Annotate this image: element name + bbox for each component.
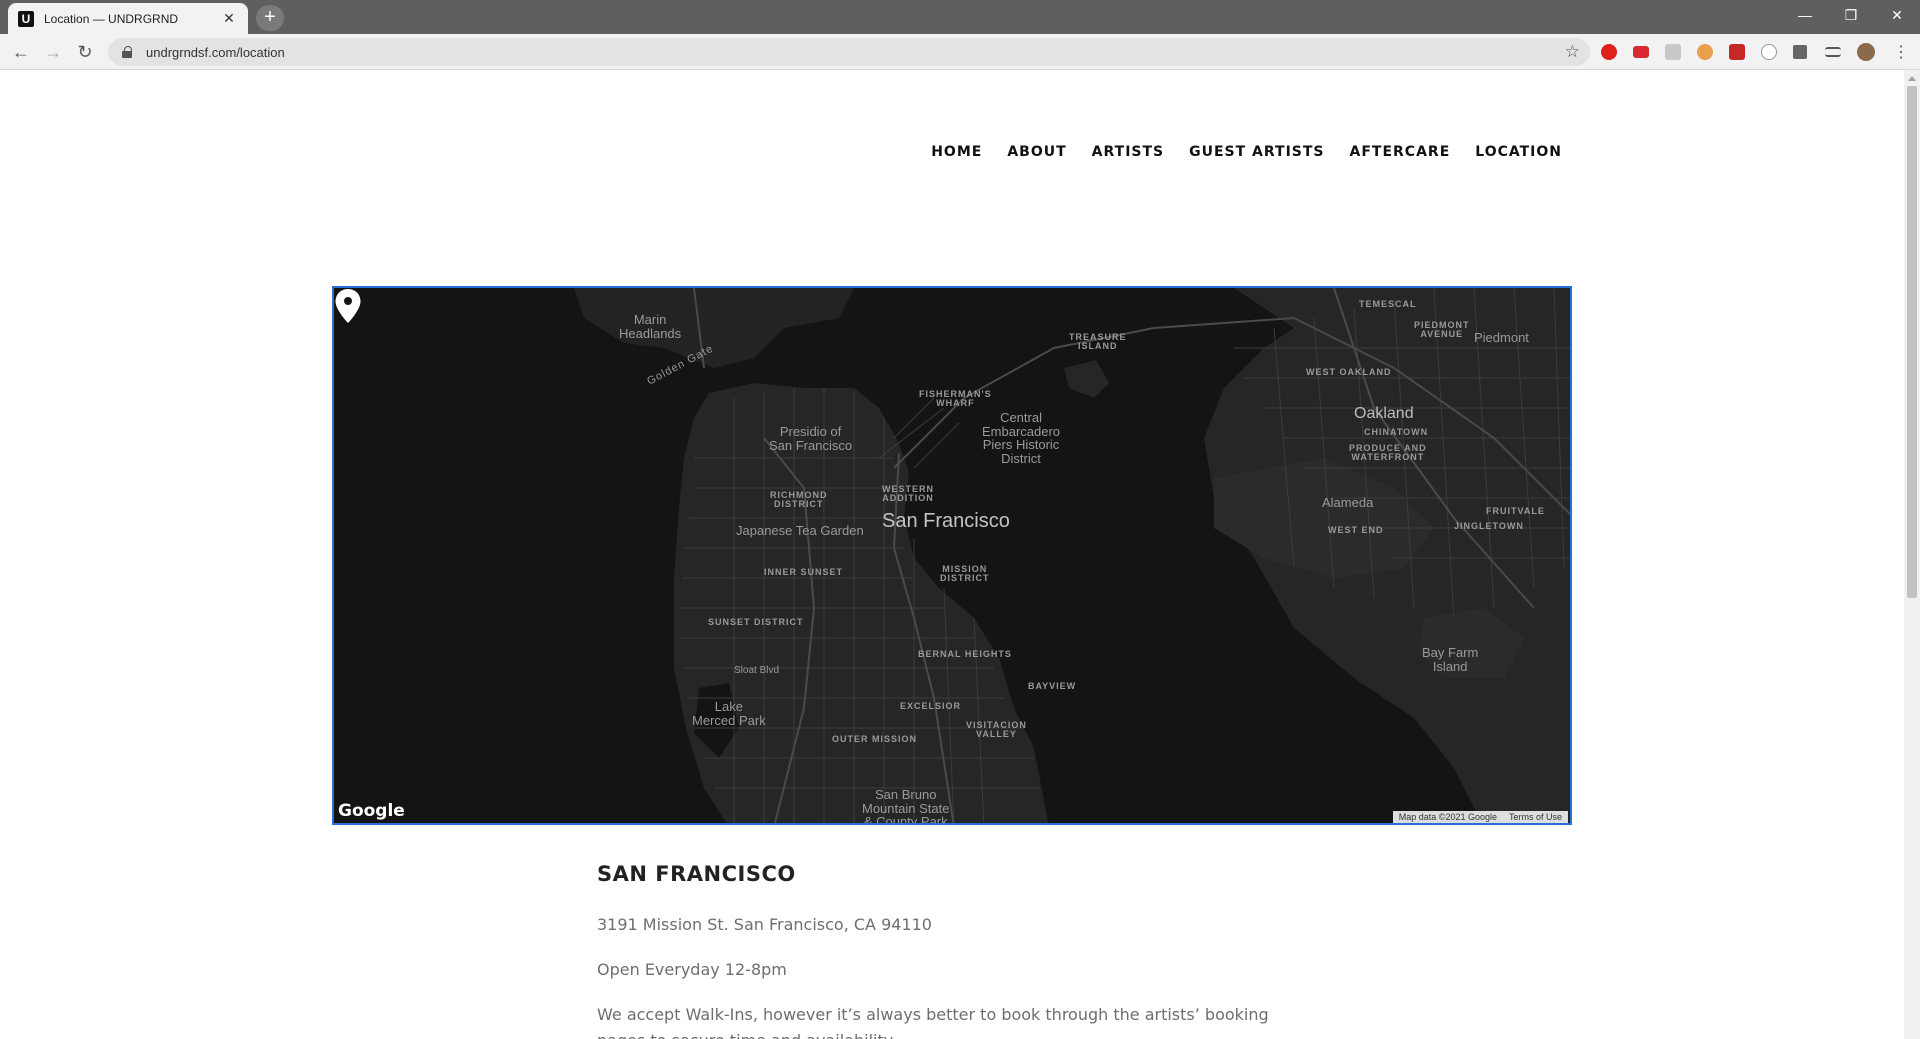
new-tab-button[interactable]: + — [256, 5, 284, 31]
location-address: 3191 Mission St. San Francisco, CA 94110 — [597, 915, 932, 934]
map-label-fruitvale: FRUITVALE — [1486, 506, 1545, 516]
map-label-san-bruno-mountain: San Bruno Mountain State & County Park — [862, 787, 950, 825]
avatar[interactable] — [1857, 43, 1875, 61]
map-label-fishermans-wharf: FISHERMAN'S WHARF — [919, 389, 992, 409]
map-label-sunset-district: SUNSET DISTRICT — [708, 617, 804, 627]
scrollbar-thumb[interactable] — [1907, 86, 1917, 598]
nav-home[interactable]: HOME — [931, 144, 982, 160]
map-label-sloat-blvd: Sloat Blvd — [734, 665, 780, 676]
map-label-bay-farm-island: Bay Farm Island — [1422, 645, 1479, 674]
media-queue-icon[interactable] — [1825, 47, 1841, 57]
browser-tab-strip: U Location — UNDRGRND ✕ + — ❐ ✕ — [0, 0, 1920, 34]
map-label-jingletown: JINGLETOWN — [1454, 521, 1524, 531]
map-attribution: Map data ©2021 Google Terms of Use — [1392, 811, 1568, 823]
map-label-outer-mission: OUTER MISSION — [832, 734, 918, 744]
tab-title: Location — UNDRGRND — [44, 11, 179, 26]
opera-extension-icon[interactable] — [1601, 44, 1617, 60]
bookmark-star-icon[interactable]: ☆ — [1565, 42, 1580, 62]
map-label-mission-district: MISSION DISTRICT — [940, 564, 990, 584]
map-label-west-oakland: WEST OAKLAND — [1306, 367, 1392, 377]
scroll-up-arrow-icon[interactable] — [1908, 76, 1916, 81]
map-label-west-end: WEST END — [1328, 525, 1384, 535]
map-label-visitacion-valley: VISITACION VALLEY — [966, 720, 1027, 740]
nav-aftercare[interactable]: AFTERCARE — [1350, 144, 1451, 160]
red-extension-icon[interactable] — [1729, 44, 1745, 60]
location-map[interactable]: Marin Headlands Golden Gate TREASURE ISLAN… — [332, 286, 1572, 825]
walk-in-note: We accept Walk-Ins, however it’s always … — [597, 1005, 1269, 1039]
web-page: HOME ABOUT ARTISTS GUEST ARTISTS AFTERCA… — [0, 70, 1904, 1039]
extensions-puzzle-icon[interactable] — [1793, 45, 1807, 59]
map-label-central-embarcadero: Central Embarcadero Piers Historic District — [982, 410, 1061, 466]
minimize-window-icon[interactable]: — — [1782, 0, 1828, 30]
map-label-marin-headlands: Marin Headlands — [619, 312, 682, 341]
location-hours: Open Everyday 12-8pm — [597, 960, 787, 979]
map-label-inner-sunset: INNER SUNSET — [764, 567, 844, 577]
map-label-western-addition: WESTERN ADDITION — [882, 484, 934, 504]
map-label-bayview: BAYVIEW — [1028, 681, 1077, 691]
main-navigation: HOME ABOUT ARTISTS GUEST ARTISTS AFTERCA… — [931, 144, 1562, 160]
map-label-chinatown: CHINATOWN — [1364, 427, 1429, 437]
nav-location[interactable]: LOCATION — [1475, 144, 1562, 160]
map-label-alameda: Alameda — [1322, 495, 1374, 510]
cookie-extension-icon[interactable] — [1697, 44, 1713, 60]
location-info: SAN FRANCISCO 3191 Mission St. San Franc… — [597, 862, 1317, 1039]
map-label-temescal: TEMESCAL — [1359, 299, 1417, 309]
location-heading: SAN FRANCISCO — [597, 862, 796, 886]
address-bar[interactable]: undrgrndsf.com/location ☆ — [108, 38, 1590, 66]
map-data-credit: Map data ©2021 Google — [1398, 812, 1497, 822]
map-label-produce-waterfront: PRODUCE AND WATERFRONT — [1349, 443, 1427, 463]
close-tab-icon[interactable]: ✕ — [220, 10, 238, 27]
location-pin-icon[interactable] — [334, 288, 362, 324]
restore-window-icon[interactable]: ❐ — [1828, 0, 1874, 30]
terms-of-use-link[interactable]: Terms of Use — [1509, 812, 1562, 822]
video-extension-icon[interactable] — [1633, 46, 1649, 58]
map-label-presidio: Presidio of San Francisco — [769, 424, 853, 453]
map-label-oakland: Oakland — [1354, 405, 1414, 422]
nav-about[interactable]: ABOUT — [1007, 144, 1066, 160]
map-label-bernal-heights: BERNAL HEIGHTS — [918, 649, 1012, 659]
reload-icon[interactable]: ↻ — [72, 39, 98, 65]
nav-artists[interactable]: ARTISTS — [1092, 144, 1164, 160]
map-label-richmond-district: RICHMOND DISTRICT — [770, 490, 828, 510]
forward-arrow-icon[interactable]: → — [40, 39, 66, 65]
browser-menu-icon[interactable]: ⋮ — [1888, 39, 1914, 65]
site-favicon-icon: U — [18, 10, 34, 27]
map-label-japanese-tea-garden: Japanese Tea Garden — [736, 523, 864, 538]
browser-tab[interactable]: U Location — UNDRGRND ✕ — [8, 3, 248, 34]
browser-toolbar: ← → ↻ undrgrndsf.com/location ☆ ⋮ — [0, 34, 1920, 70]
google-logo: Google — [338, 801, 405, 821]
grey-extension-icon[interactable] — [1665, 44, 1681, 60]
nav-guest-artists[interactable]: GUEST ARTISTS — [1189, 144, 1324, 160]
back-arrow-icon[interactable]: ← — [8, 39, 34, 65]
font-extension-icon[interactable] — [1761, 44, 1777, 60]
map-label-excelsior: EXCELSIOR — [900, 701, 962, 711]
map-label-piedmont: Piedmont — [1474, 330, 1529, 345]
map-label-lake-merced: Lake Merced Park — [692, 699, 766, 728]
close-window-icon[interactable]: ✕ — [1874, 0, 1920, 30]
map-label-treasure-island: TREASURE ISLAND — [1069, 332, 1127, 352]
url-text: undrgrndsf.com/location — [146, 44, 285, 60]
lock-icon — [122, 46, 132, 58]
page-scrollbar[interactable] — [1904, 70, 1920, 1039]
map-label-san-francisco: San Francisco — [882, 510, 1010, 532]
map-label-piedmont-avenue: PIEDMONT AVENUE — [1414, 320, 1470, 340]
